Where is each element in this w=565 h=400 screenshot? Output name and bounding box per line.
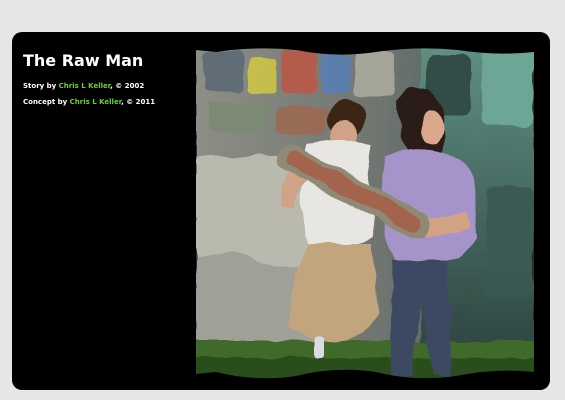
- artwork-illustration: [196, 46, 534, 380]
- concept-credit: Concept by Chris L Keller, © 2011: [23, 98, 155, 106]
- story-author-link[interactable]: Chris L Keller: [59, 82, 111, 90]
- concept-author-link[interactable]: Chris L Keller: [70, 98, 122, 106]
- story-credit-suffix: , © 2002: [110, 82, 145, 90]
- story-credit-prefix: Story by: [23, 82, 57, 90]
- artwork-photo: [196, 46, 534, 380]
- story-credit: Story by Chris L Keller, © 2002: [23, 82, 144, 90]
- concept-credit-prefix: Concept by: [23, 98, 68, 106]
- content-card: The Raw Man Story by Chris L Keller, © 2…: [12, 32, 550, 390]
- page-title: The Raw Man: [23, 51, 144, 70]
- concept-credit-suffix: , © 2011: [121, 98, 156, 106]
